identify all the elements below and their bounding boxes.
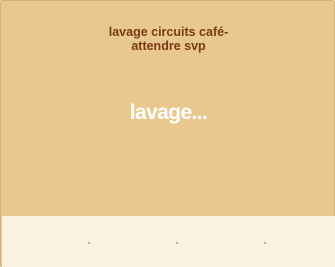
soft-key-indicator-right	[264, 242, 266, 244]
instruction-line-2: attendre svp	[131, 39, 206, 53]
status-message: lavage...	[129, 101, 208, 124]
soft-key-indicator-left	[88, 242, 90, 244]
soft-key-indicator-center	[176, 242, 178, 244]
soft-key-bar	[2, 216, 335, 267]
display-screen: lavage circuits café- attendre svp lavag…	[0, 0, 335, 267]
instruction-message: lavage circuits café- attendre svp	[1, 25, 335, 53]
instruction-line-1: lavage circuits café-	[108, 25, 229, 39]
